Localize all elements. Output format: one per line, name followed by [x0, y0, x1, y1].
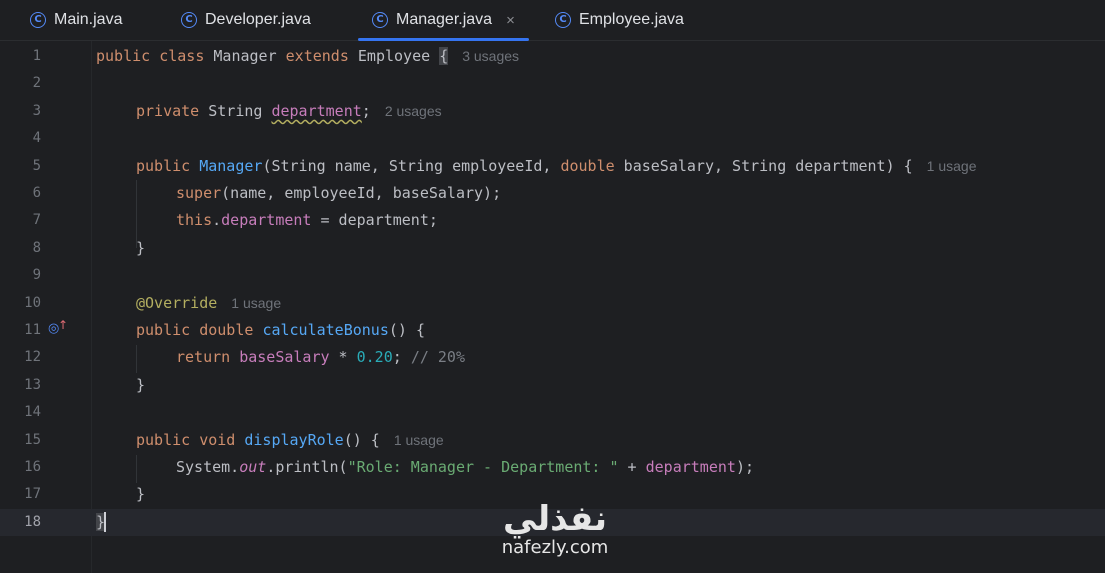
close-tab-icon[interactable]: × [506, 12, 515, 29]
tab-developer-java[interactable]: C Developer.java [181, 0, 311, 40]
code-line: 3 private String department; 2 usages [0, 98, 1105, 125]
line-number: 9 [32, 267, 41, 284]
line-number: 6 [32, 185, 41, 201]
tab-label: Employee.java [579, 11, 684, 28]
code-line: 13 } [0, 372, 1105, 399]
usages-hint[interactable]: 1 usage [394, 432, 444, 448]
code-line: 1 public class Manager extends Employee … [0, 43, 1105, 70]
line-content: public class Manager extends Employee {3… [96, 47, 520, 65]
line-number: 16 [24, 459, 41, 475]
code-line: 6 super(name, employeeId, baseSalary); [0, 180, 1105, 207]
code-line: 15 public void displayRole() {1 usage [0, 427, 1105, 454]
tab-label: Main.java [54, 11, 123, 28]
watermark-arabic: نفذلي [502, 499, 608, 539]
line-number: 5 [32, 157, 41, 174]
tab-main-java[interactable]: C Main.java [30, 0, 122, 40]
code-line: 7 this.department = department; [0, 207, 1105, 234]
usages-hint[interactable]: 1 usage [231, 295, 281, 311]
arrow-up-icon: ↑ [58, 318, 69, 332]
line-content: } [136, 485, 146, 504]
line-number: 14 [24, 404, 41, 421]
code-line: 2 [0, 70, 1105, 97]
line-number: 17 [24, 486, 41, 503]
code-line: 5 public Manager(String name, String emp… [0, 153, 1105, 180]
code-editor[interactable]: 1 public class Manager extends Employee … [0, 41, 1105, 573]
line-number: 13 [24, 376, 41, 393]
line-number: 7 [32, 212, 41, 229]
line-content: } [96, 512, 107, 533]
line-content: } [136, 375, 146, 394]
code-line: 12 return baseSalary * 0.20; // 20% [0, 344, 1105, 371]
tab-employee-java[interactable]: C Employee.java [555, 0, 684, 40]
java-class-icon: C [555, 12, 571, 28]
line-content: } [136, 238, 146, 257]
line-number: 12 [24, 349, 41, 366]
code-line: 8 } [0, 235, 1105, 262]
line-number: 8 [32, 239, 41, 256]
code-line: 16 System.out.println("Role: Manager - D… [0, 454, 1105, 481]
tab-label: Manager.java [396, 11, 493, 28]
line-number: 10 [24, 294, 41, 311]
watermark-latin: nafezly.com [501, 537, 609, 558]
line-number: 3 [32, 102, 41, 119]
line-number: 18 [24, 513, 41, 530]
line-number: 15 [24, 431, 41, 448]
code-line: 10 @Override 1 usage [0, 290, 1105, 317]
tab-label: Developer.java [205, 11, 311, 28]
line-content: this.department = department; [176, 211, 438, 230]
java-class-icon: C [372, 12, 388, 28]
line-content: System.out.println("Role: Manager - Depa… [176, 458, 754, 476]
line-content: public void displayRole() {1 usage [136, 430, 444, 449]
line-number: 11 [24, 322, 41, 338]
code-line: 14 [0, 399, 1105, 426]
line-content: public double calculateBonus() { [136, 321, 425, 339]
line-number: 2 [32, 75, 41, 92]
line-content: private String department; 2 usages [136, 101, 442, 120]
code-line: 4 [0, 125, 1105, 152]
override-method-icon[interactable]: ◎ ↑ [48, 318, 69, 341]
usages-hint[interactable]: 1 usage [927, 158, 977, 174]
java-class-icon: C [181, 12, 197, 28]
line-content: return baseSalary * 0.20; // 20% [176, 348, 465, 367]
line-content: super(name, employeeId, baseSalary); [176, 184, 502, 202]
watermark-logo: نفذلي nafezly.com [485, 500, 625, 558]
usages-hint[interactable]: 3 usages [462, 48, 519, 64]
line-number: 4 [32, 130, 41, 147]
editor-tab-bar: C Main.java C Developer.java C Manager.j… [0, 0, 1105, 41]
line-content: @Override 1 usage [136, 293, 282, 312]
java-class-icon: C [30, 12, 46, 28]
line-content: public Manager(String name, String emplo… [136, 156, 977, 175]
code-line: 11 public double calculateBonus() { [0, 317, 1105, 344]
line-number: 1 [32, 48, 41, 64]
usages-hint[interactable]: 2 usages [385, 103, 442, 119]
tab-manager-java[interactable]: C Manager.java × [358, 0, 529, 41]
code-line: 9 [0, 262, 1105, 289]
text-caret [104, 512, 107, 533]
